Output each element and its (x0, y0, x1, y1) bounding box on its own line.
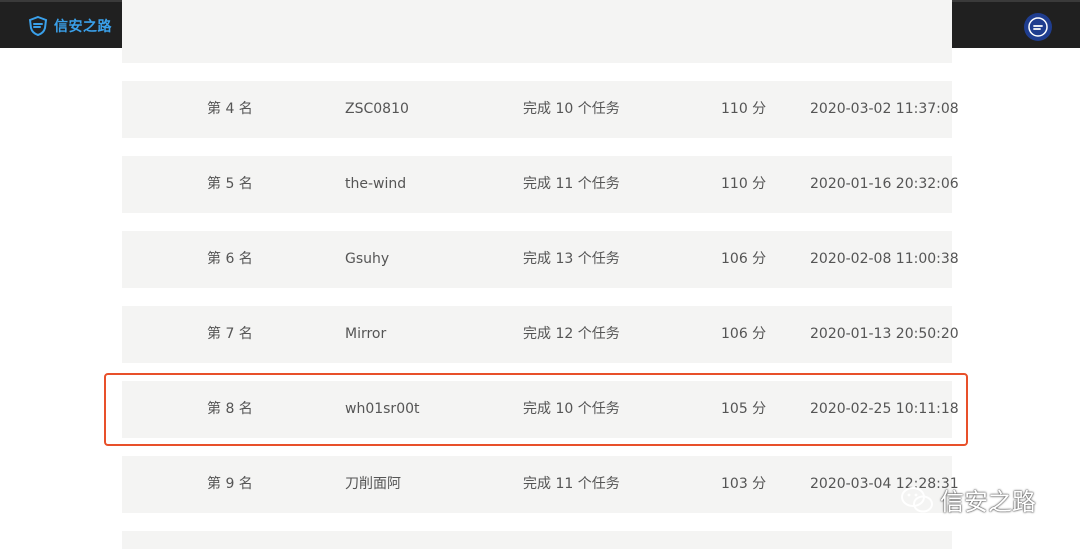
tasks-completed: 完成 11 个任务 (523, 476, 620, 492)
list-item: 第 7 名 Mirror 完成 12 个任务 106 分 2020-01-13 … (122, 306, 959, 363)
score: 110 分 (721, 101, 767, 117)
username: Mirror (345, 326, 387, 342)
score: 106 分 (721, 251, 767, 267)
score: 110 分 (721, 176, 767, 192)
site-logo[interactable]: 信安之路 (28, 14, 112, 38)
tasks-completed: 完成 13 个任务 (523, 251, 620, 267)
list-item: 第 6 名 Gsuhy 完成 13 个任务 106 分 2020-02-08 1… (122, 231, 959, 288)
username: 刀削面阿 (345, 476, 401, 492)
list-item: 第 4 名 ZSC0810 完成 10 个任务 110 分 2020-03-02… (122, 81, 959, 138)
tasks-completed: 完成 11 个任务 (523, 176, 620, 192)
watermark: 信安之路 (900, 482, 1036, 517)
timestamp: 2020-03-02 11:37:08 (810, 101, 959, 117)
timestamp: 2020-01-13 20:50:20 (810, 326, 959, 342)
username: ZSC0810 (345, 101, 409, 117)
list-item: 第 5 名 the-wind 完成 11 个任务 110 分 2020-01-1… (122, 156, 959, 213)
timestamp: 2020-02-08 11:00:38 (810, 251, 959, 267)
rank-label: 第 7 名 (207, 326, 253, 342)
username: Gsuhy (345, 251, 390, 267)
highlight-box (104, 373, 968, 446)
list-item: 第 9 名 刀削面阿 完成 11 个任务 103 分 2020-03-04 12… (122, 456, 959, 513)
rank-label: 第 6 名 (207, 251, 253, 267)
rank-label: 第 4 名 (207, 101, 253, 117)
rank-label: 第 9 名 (207, 476, 253, 492)
list-item (122, 531, 952, 549)
score: 103 分 (721, 476, 767, 492)
rank-label: 第 5 名 (207, 176, 253, 192)
logo-text: 信安之路 (54, 19, 112, 35)
score: 106 分 (721, 326, 767, 342)
username: the-wind (345, 176, 407, 192)
shield-logo-icon (28, 15, 48, 37)
tasks-completed: 完成 12 个任务 (523, 326, 620, 342)
list-item (122, 0, 952, 63)
user-avatar-icon[interactable] (1024, 13, 1052, 41)
tasks-completed: 完成 10 个任务 (523, 101, 620, 117)
timestamp: 2020-01-16 20:32:06 (810, 176, 959, 192)
wechat-icon (900, 485, 934, 515)
watermark-text: 信安之路 (940, 488, 1036, 516)
